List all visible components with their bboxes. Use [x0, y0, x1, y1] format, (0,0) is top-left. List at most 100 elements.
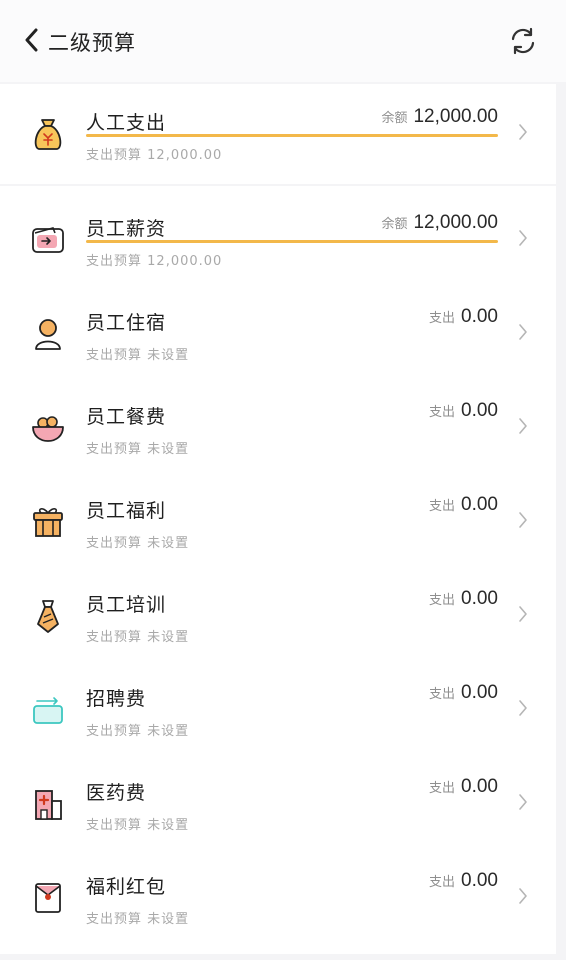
- row-sub: 支出预算 未设置: [86, 908, 189, 927]
- chevron-right-icon: [519, 700, 527, 716]
- list-item[interactable]: 招聘费 支出 0.00 支出预算 未设置: [0, 660, 556, 754]
- card-icon: [30, 692, 66, 728]
- row-sub: 支出预算 未设置: [86, 344, 189, 363]
- amount-value: 0.00: [461, 588, 498, 609]
- row-amount: 支出 0.00: [429, 494, 498, 516]
- sub-label: 支出预算: [86, 254, 143, 269]
- sub-value: 未设置: [147, 536, 190, 551]
- sub-label: 支出预算: [86, 148, 143, 163]
- row-name: 员工薪资: [86, 218, 167, 240]
- amount-value: 0.00: [461, 494, 498, 515]
- hospital-icon: [30, 786, 66, 822]
- row-amount: 余额 12,000.00: [381, 106, 498, 128]
- sub-label: 支出预算: [86, 724, 143, 739]
- amount-label: 支出: [429, 405, 456, 420]
- row-name: 员工福利: [86, 500, 167, 522]
- budget-list: 员工薪资 余额 12,000.00 支出预算 12,000.00 员工住宿 支出…: [0, 186, 556, 954]
- back-button[interactable]: [16, 24, 48, 56]
- sub-label: 支出预算: [86, 630, 143, 645]
- list-item[interactable]: 医药费 支出 0.00 支出预算 未设置: [0, 754, 556, 848]
- money-bag-icon: [30, 116, 66, 152]
- chevron-right-icon: [519, 124, 527, 140]
- sub-label: 支出预算: [86, 912, 143, 927]
- amount-value: 0.00: [461, 682, 498, 703]
- amount-value: 0.00: [461, 776, 498, 797]
- amount-label: 支出: [429, 311, 456, 326]
- sub-value: 未设置: [147, 630, 190, 645]
- page-title: 二级预算: [48, 31, 136, 55]
- amount-value: 0.00: [461, 400, 498, 421]
- chevron-right-icon: [519, 794, 527, 810]
- list-item[interactable]: 员工薪资 余额 12,000.00 支出预算 12,000.00: [0, 190, 556, 284]
- bowl-icon: [30, 410, 66, 446]
- list-item[interactable]: 员工福利 支出 0.00 支出预算 未设置: [0, 472, 556, 566]
- row-name: 人工支出: [86, 112, 167, 134]
- wallet-icon: [30, 222, 66, 258]
- list-item[interactable]: 员工住宿 支出 0.00 支出预算 未设置: [0, 284, 556, 378]
- chevron-right-icon: [519, 512, 527, 528]
- chevron-right-icon: [519, 418, 527, 434]
- amount-label: 支出: [429, 687, 456, 702]
- sub-value: 12,000.00: [147, 148, 223, 163]
- row-amount: 支出 0.00: [429, 306, 498, 328]
- row-name: 招聘费: [86, 688, 147, 710]
- amount-label: 余额: [381, 217, 408, 232]
- chevron-right-icon: [519, 888, 527, 904]
- sub-value: 未设置: [147, 912, 190, 927]
- list-item[interactable]: 员工培训 支出 0.00 支出预算 未设置: [0, 566, 556, 660]
- sub-label: 支出预算: [86, 536, 143, 551]
- amount-value: 12,000.00: [413, 106, 498, 127]
- row-amount: 支出 0.00: [429, 682, 498, 704]
- list-item[interactable]: 员工餐费 支出 0.00 支出预算 未设置: [0, 378, 556, 472]
- top-bar: 二级预算: [0, 0, 566, 82]
- amount-label: 支出: [429, 593, 456, 608]
- row-sub: 支出预算 未设置: [86, 814, 189, 833]
- row-sub: 支出预算 12,000.00: [86, 144, 222, 163]
- sub-label: 支出预算: [86, 348, 143, 363]
- sub-value: 未设置: [147, 724, 190, 739]
- chevron-right-icon: [519, 606, 527, 622]
- gift-icon: [30, 504, 66, 540]
- sub-value: 未设置: [147, 818, 190, 833]
- sub-value: 未设置: [147, 348, 190, 363]
- progress-bar: [86, 240, 498, 243]
- row-sub: 支出预算 12,000.00: [86, 250, 222, 269]
- sub-value: 12,000.00: [147, 254, 223, 269]
- amount-value: 0.00: [461, 870, 498, 891]
- person-icon: [30, 316, 66, 352]
- row-sub: 支出预算 未设置: [86, 720, 189, 739]
- row-name: 福利红包: [86, 876, 167, 898]
- row-amount: 支出 0.00: [429, 776, 498, 798]
- chevron-right-icon: [519, 230, 527, 246]
- row-name: 医药费: [86, 782, 147, 804]
- refresh-icon: [511, 27, 535, 55]
- row-sub: 支出预算 未设置: [86, 438, 189, 457]
- row-amount: 支出 0.00: [429, 870, 498, 892]
- sub-label: 支出预算: [86, 442, 143, 457]
- amount-label: 余额: [381, 111, 408, 126]
- refresh-button[interactable]: [505, 23, 541, 59]
- row-amount: 支出 0.00: [429, 588, 498, 610]
- amount-value: 0.00: [461, 306, 498, 327]
- row-amount: 支出 0.00: [429, 400, 498, 422]
- sub-label: 支出预算: [86, 818, 143, 833]
- amount-value: 12,000.00: [413, 212, 498, 233]
- chevron-left-icon: [25, 28, 38, 52]
- list-item[interactable]: 福利红包 支出 0.00 支出预算 未设置: [0, 848, 556, 942]
- amount-label: 支出: [429, 781, 456, 796]
- progress-bar: [86, 134, 498, 137]
- amount-label: 支出: [429, 875, 456, 890]
- row-amount: 余额 12,000.00: [381, 212, 498, 234]
- amount-label: 支出: [429, 499, 456, 514]
- row-sub: 支出预算 未设置: [86, 626, 189, 645]
- row-name: 员工培训: [86, 594, 167, 616]
- tie-icon: [30, 598, 66, 634]
- row-sub: 支出预算 未设置: [86, 532, 189, 551]
- row-name: 员工餐费: [86, 406, 167, 428]
- red-envelope-icon: [30, 880, 66, 916]
- summary-row[interactable]: 人工支出 余额 12,000.00 支出预算 12,000.00: [0, 84, 556, 178]
- sub-value: 未设置: [147, 442, 190, 457]
- summary-card: 人工支出 余额 12,000.00 支出预算 12,000.00: [0, 84, 556, 184]
- chevron-right-icon: [519, 324, 527, 340]
- row-name: 员工住宿: [86, 312, 167, 334]
